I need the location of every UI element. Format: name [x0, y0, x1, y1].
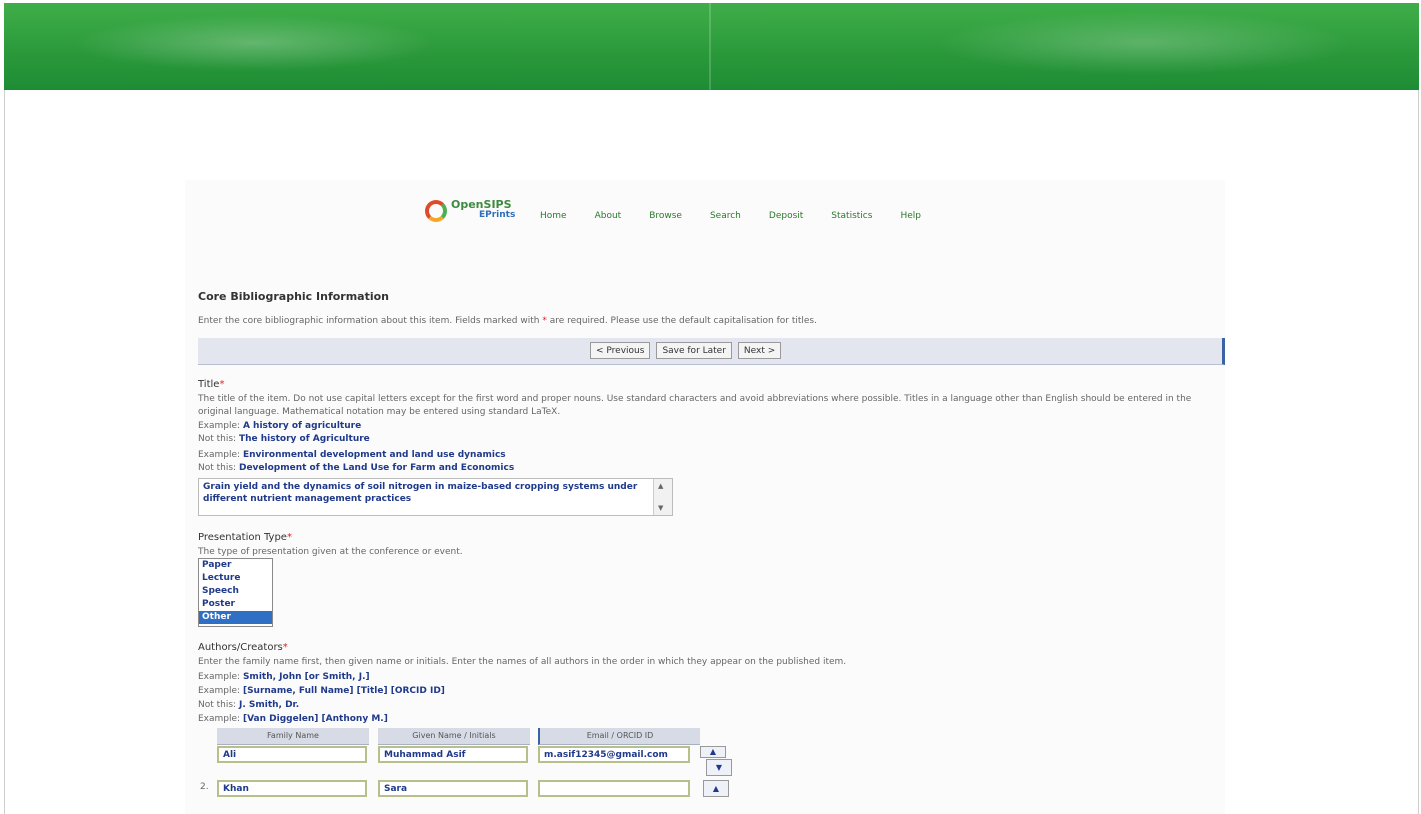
- creators-label: Authors/Creators*: [198, 642, 288, 653]
- title-required-marker: *: [219, 379, 225, 390]
- site-logo[interactable]: OpenSIPS EPrints: [425, 196, 530, 224]
- previous-button[interactable]: < Previous: [590, 342, 651, 359]
- column-header-email: Email / ORCID ID: [538, 728, 700, 745]
- intro-text: Enter the core bibliographic information…: [198, 316, 817, 326]
- example-value: Smith, John [or Smith, J.]: [242, 672, 370, 682]
- logo-subtext: EPrints: [479, 210, 516, 220]
- email-input[interactable]: [538, 746, 690, 763]
- creators-label-text: Authors/Creators: [198, 642, 283, 653]
- scroll-up-icon[interactable]: ▲: [658, 482, 663, 490]
- title-help-text: The title of the item. Do not use capita…: [198, 394, 1192, 417]
- example-prefix: Not this:: [198, 463, 237, 473]
- example-value: Environmental development and land use d…: [242, 450, 506, 460]
- scroll-down-icon[interactable]: ▼: [658, 504, 663, 512]
- title-example-4: Not this: Development of the Land Use fo…: [198, 463, 514, 473]
- title-input[interactable]: Grain yield and the dynamics of soil nit…: [198, 478, 673, 516]
- example-value: [Surname, Full Name] [Title] [ORCID ID]: [242, 686, 445, 696]
- example-value: [Van Diggelen] [Anthony M.]: [242, 714, 388, 724]
- given-name-input[interactable]: [378, 780, 528, 797]
- family-name-input[interactable]: [217, 780, 367, 797]
- creators-help-text: Enter the family name first, then given …: [198, 657, 847, 667]
- save-for-later-button[interactable]: Save for Later: [656, 342, 732, 359]
- example-prefix: Example:: [198, 450, 241, 460]
- title-scrollbar[interactable]: ▲ ▼: [653, 479, 672, 515]
- page-heading: Core Bibliographic Information: [198, 290, 390, 303]
- nav-item-search[interactable]: Search: [710, 211, 741, 221]
- nav-item-about[interactable]: About: [595, 211, 622, 221]
- nav-item-help[interactable]: Help: [900, 211, 921, 221]
- logo-icon: [425, 200, 447, 222]
- column-header-given-name: Given Name / Initials: [378, 728, 530, 745]
- presentation-option[interactable]: Lecture: [199, 572, 272, 585]
- presentation-option-selected[interactable]: Other: [199, 611, 272, 624]
- presentation-type-label: Presentation Type*: [198, 532, 292, 543]
- title-example-1: Example: A history of agriculture: [198, 421, 361, 431]
- nav-item-statistics[interactable]: Statistics: [831, 211, 872, 221]
- row-number: 2.: [200, 782, 209, 792]
- example-prefix: Example:: [198, 672, 241, 682]
- form-toolbar: < Previous Save for Later Next >: [198, 338, 1225, 365]
- next-button[interactable]: Next >: [737, 342, 782, 359]
- presentation-label-text: Presentation Type: [198, 532, 287, 543]
- frame-border-left: [4, 90, 5, 814]
- creators-example-1: Example: Smith, John [or Smith, J.]: [198, 672, 370, 682]
- email-input[interactable]: [538, 780, 690, 797]
- move-up-icon[interactable]: ▲: [700, 746, 726, 758]
- example-prefix: Example:: [198, 421, 241, 431]
- intro-text-main: Enter the core bibliographic information…: [198, 316, 543, 326]
- presentation-option[interactable]: Paper: [199, 559, 272, 572]
- creators-required-marker: *: [282, 642, 288, 653]
- presentation-type-select[interactable]: Paper Lecture Speech Poster Other: [198, 558, 273, 627]
- creators-example-3: Not this: J. Smith, Dr.: [198, 700, 299, 710]
- column-header-family-name: Family Name: [217, 728, 369, 745]
- creators-example-2: Example: [Surname, Full Name] [Title] [O…: [198, 686, 445, 696]
- example-prefix: Not this:: [198, 434, 237, 444]
- example-value: J. Smith, Dr.: [238, 700, 300, 710]
- title-example-3: Example: Environmental development and l…: [198, 450, 506, 460]
- example-value: A history of agriculture: [242, 421, 362, 431]
- presentation-required-marker: *: [286, 532, 292, 543]
- nav-item-home[interactable]: Home: [540, 211, 567, 221]
- title-label: Title*: [198, 379, 224, 390]
- intro-text-tail: are required. Please use the default cap…: [546, 316, 817, 326]
- presentation-option[interactable]: Poster: [199, 598, 272, 611]
- title-example-2: Not this: The history of Agriculture: [198, 434, 370, 444]
- example-value: Development of the Land Use for Farm and…: [238, 463, 515, 473]
- banner-divider: [709, 3, 711, 90]
- move-up-icon[interactable]: ▲: [703, 780, 729, 797]
- nav-item-browse[interactable]: Browse: [649, 211, 682, 221]
- family-name-input[interactable]: [217, 746, 367, 763]
- title-label-text: Title: [198, 379, 220, 390]
- header-banner: [4, 3, 1419, 90]
- creators-example-4: Example: [Van Diggelen] [Anthony M.]: [198, 714, 388, 724]
- given-name-input[interactable]: [378, 746, 528, 763]
- example-prefix: Example:: [198, 714, 241, 724]
- presentation-option[interactable]: Speech: [199, 585, 272, 598]
- move-down-icon[interactable]: ▼: [706, 759, 732, 776]
- example-prefix: Example:: [198, 686, 241, 696]
- nav-item-deposit[interactable]: Deposit: [769, 211, 803, 221]
- presentation-help-text: The type of presentation given at the co…: [198, 547, 463, 557]
- main-nav: Home About Browse Search Deposit Statist…: [540, 211, 949, 221]
- frame-border-right: [1418, 90, 1419, 814]
- example-value: The history of Agriculture: [238, 434, 370, 444]
- example-prefix: Not this:: [198, 700, 237, 710]
